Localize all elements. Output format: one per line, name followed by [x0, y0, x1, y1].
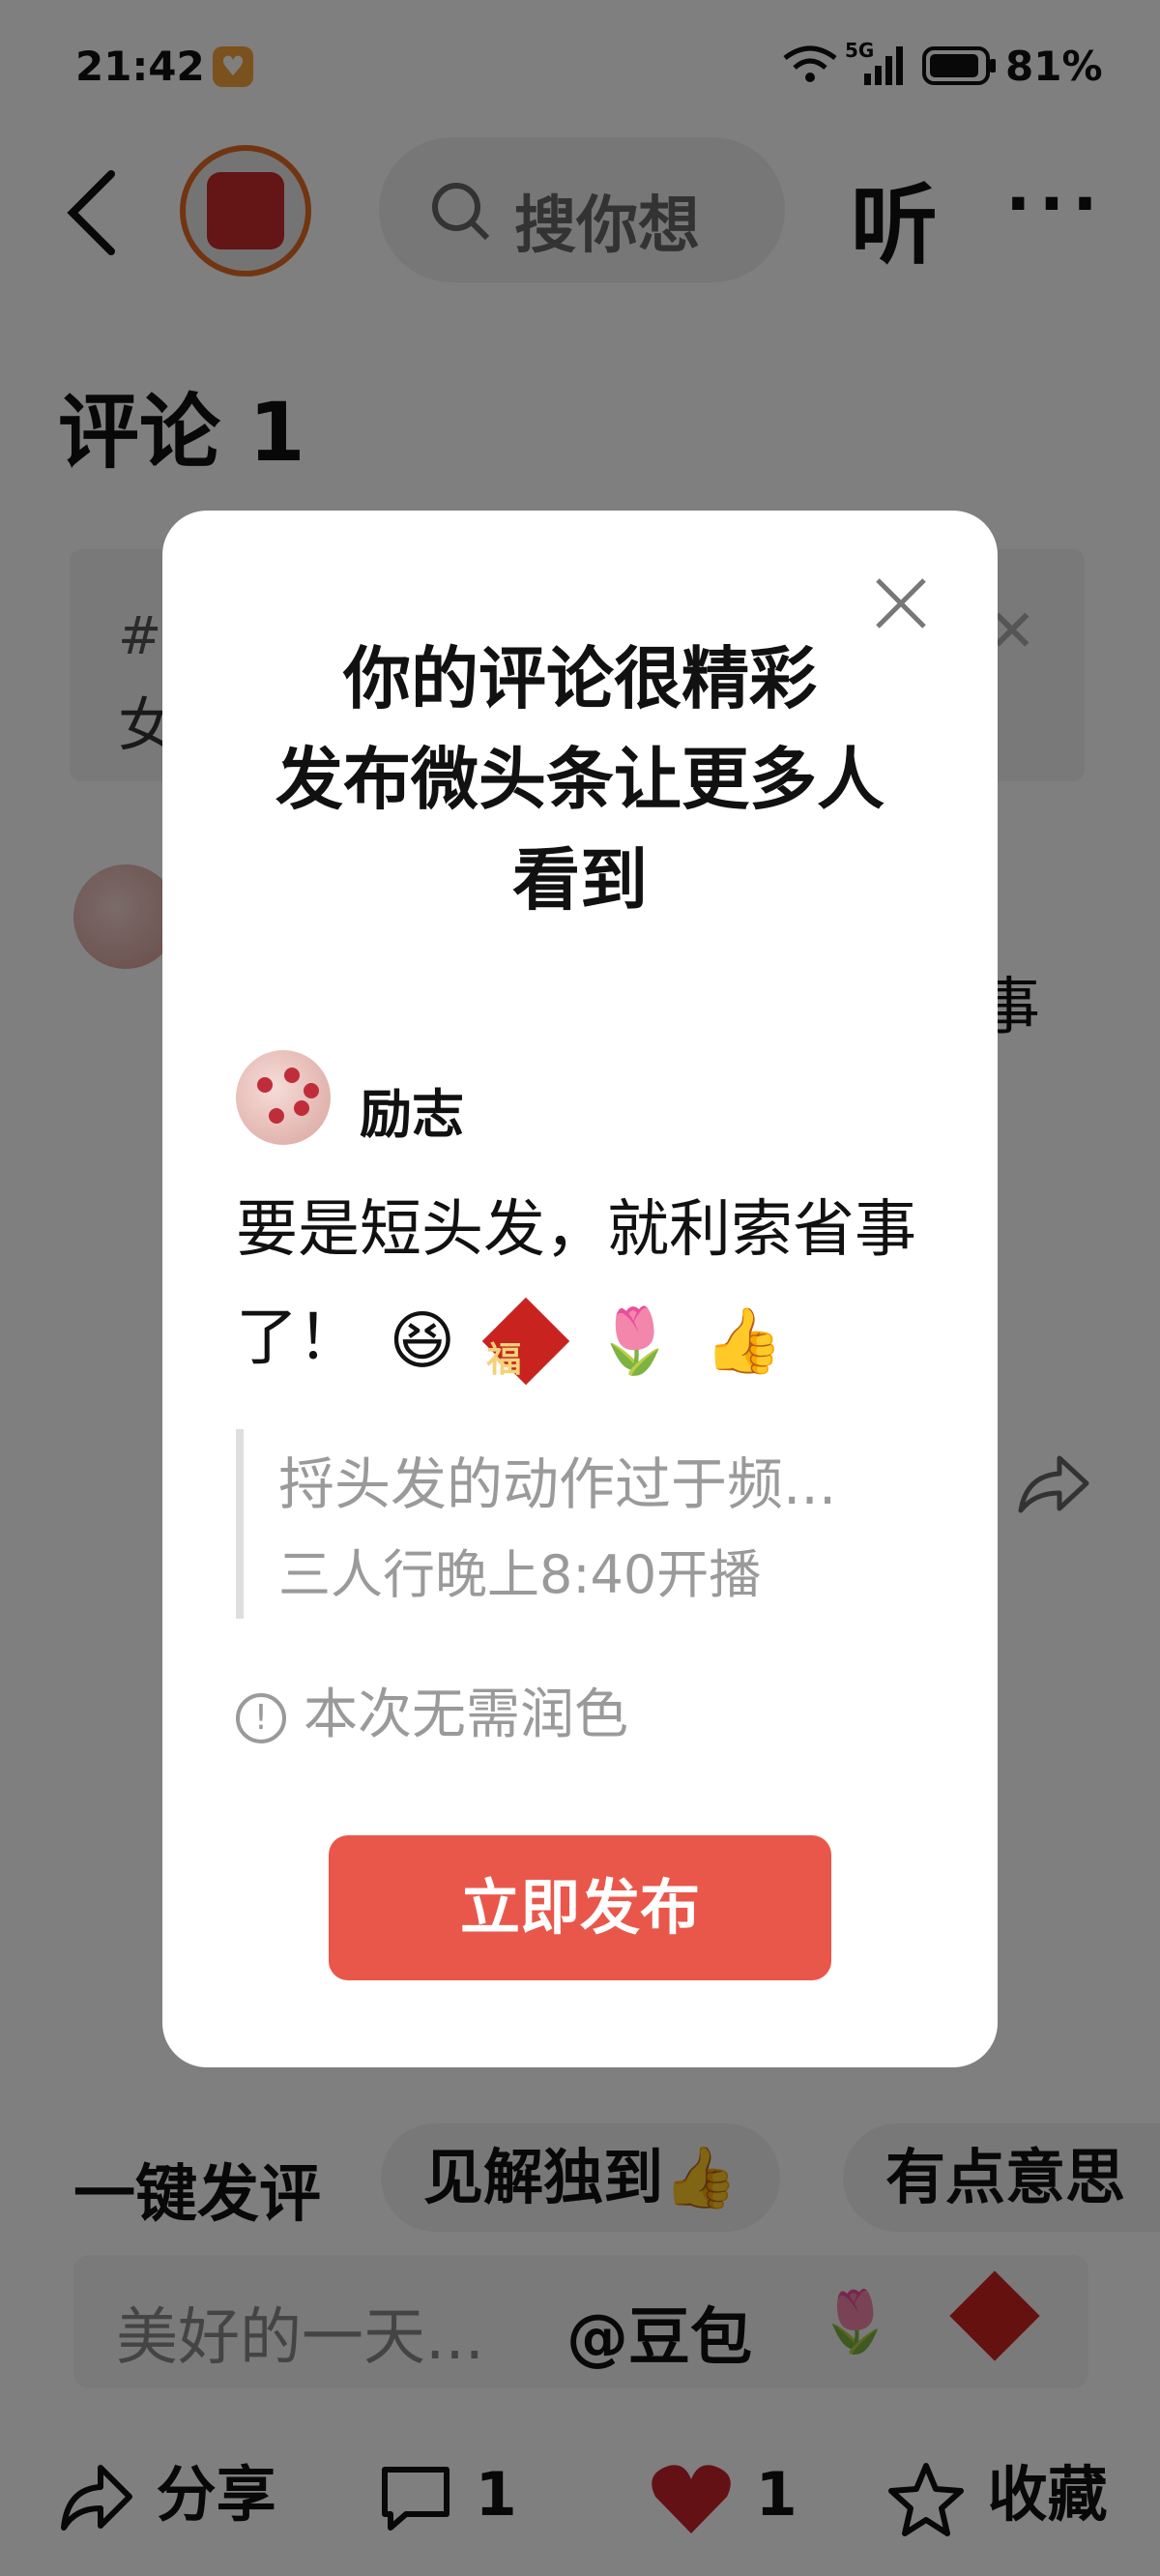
modal-title: 你的评论很精彩 发布微头条让更多人 看到	[162, 629, 998, 930]
quoted-article-title: 捋头发的动作过于频...	[278, 1451, 837, 1517]
thumbs-up-emoji: 👍	[704, 1303, 784, 1379]
publish-modal: 你的评论很精彩 发布微头条让更多人 看到 励志 要是短头发，就利索省事了！ 😆 …	[162, 511, 998, 2067]
comment-text: 要是短头发，就利索省事了！	[236, 1194, 916, 1374]
modal-title-line: 看到	[512, 840, 648, 920]
quoted-article-source: 三人行晚上8:40开播	[278, 1544, 762, 1605]
info-icon: !	[236, 1692, 286, 1743]
user-name: 励志	[360, 1084, 464, 1145]
modal-title-line: 你的评论很精彩	[343, 639, 817, 718]
polish-note: ! 本次无需润色	[236, 1671, 628, 1749]
polish-note-text: 本次无需润色	[304, 1683, 628, 1746]
user-avatar	[236, 1050, 331, 1145]
publish-now-button[interactable]: 立即发布	[329, 1835, 831, 1980]
laughing-emoji: 😆	[389, 1303, 456, 1379]
tulip-emoji: 🌷	[594, 1303, 676, 1379]
modal-title-line: 发布微头条让更多人	[276, 740, 884, 819]
fu-emoji: 福	[481, 1298, 569, 1386]
quoted-article[interactable]: 捋头发的动作过于频... 三人行晚上8:40开播	[236, 1429, 959, 1619]
comment-body: 要是短头发，就利索省事了！ 😆 福 🌷 👍	[236, 1176, 951, 1395]
close-icon[interactable]	[872, 574, 930, 632]
